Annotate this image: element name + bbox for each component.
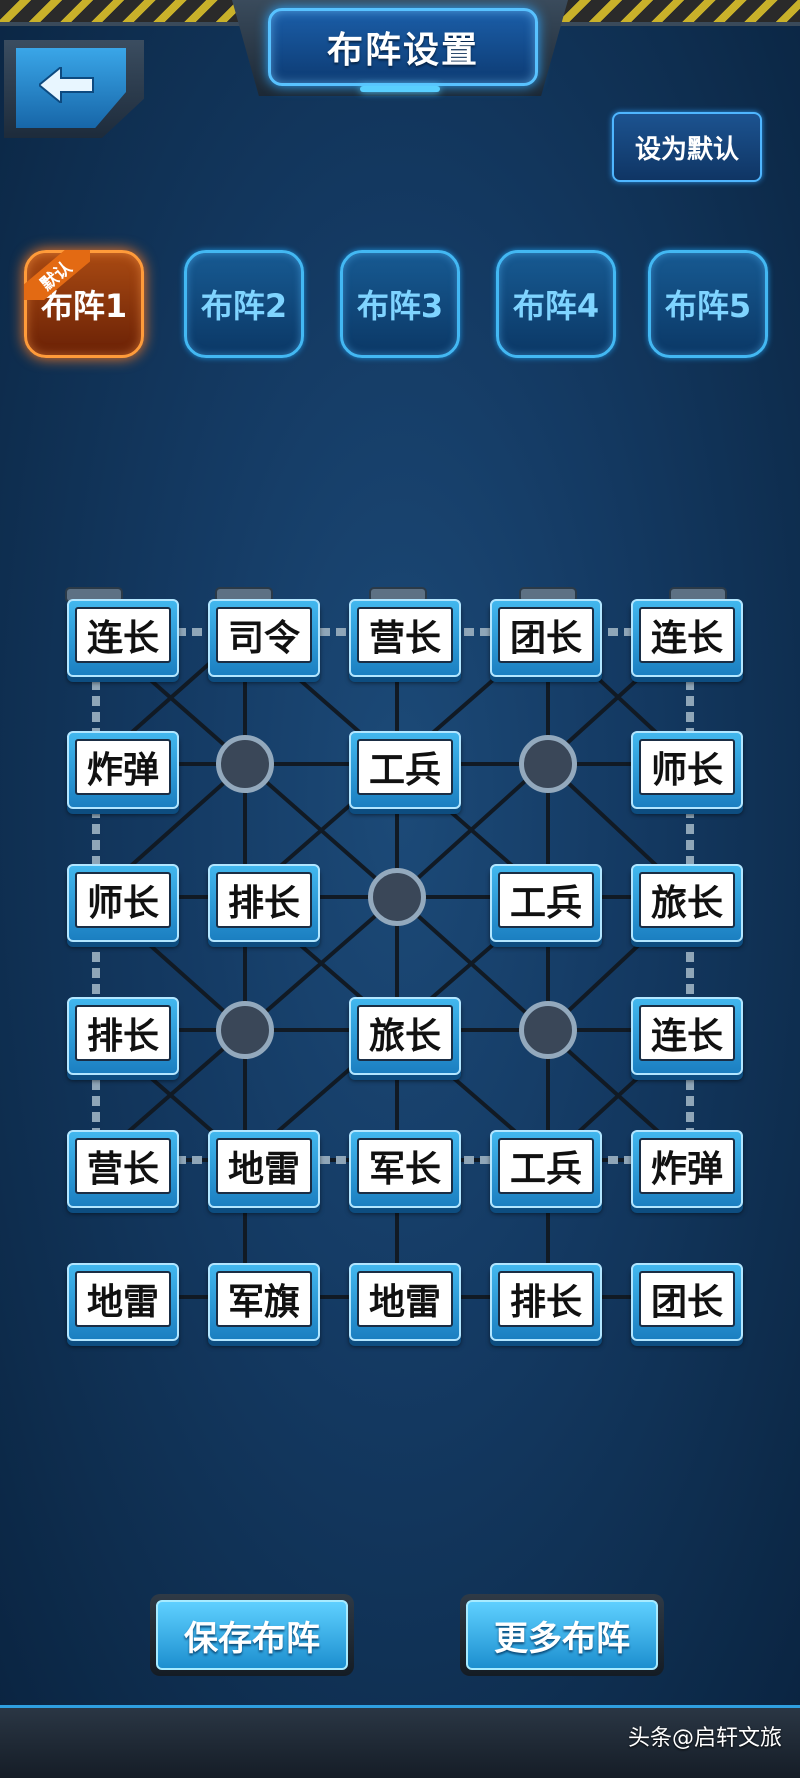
piece[interactable]: 地雷 (208, 1130, 320, 1208)
piece-label: 旅长 (357, 1005, 453, 1061)
piece-label: 连长 (639, 1005, 735, 1061)
piece-label: 团长 (639, 1271, 735, 1327)
piece-label: 军长 (357, 1138, 453, 1194)
piece-label: 炸弹 (639, 1138, 735, 1194)
piece-label: 地雷 (216, 1138, 312, 1194)
piece-label: 地雷 (357, 1271, 453, 1327)
piece[interactable]: 排长 (208, 864, 320, 942)
piece-label: 营长 (75, 1138, 171, 1194)
camp-circle[interactable] (519, 1001, 577, 1059)
piece[interactable]: 排长 (67, 997, 179, 1075)
piece[interactable]: 师长 (631, 731, 743, 809)
piece-label: 师长 (639, 739, 735, 795)
camp-circle[interactable] (368, 868, 426, 926)
piece[interactable]: 工兵 (349, 731, 461, 809)
piece-label: 营长 (357, 607, 453, 663)
camp-circle[interactable] (519, 735, 577, 793)
piece-label: 排长 (498, 1271, 594, 1327)
piece[interactable]: 工兵 (490, 864, 602, 942)
piece-label: 团长 (498, 607, 594, 663)
piece-label: 工兵 (498, 872, 594, 928)
piece[interactable]: 地雷 (349, 1263, 461, 1341)
piece[interactable]: 团长 (490, 599, 602, 677)
piece[interactable]: 营长 (67, 1130, 179, 1208)
piece[interactable]: 炸弹 (67, 731, 179, 809)
piece-label: 司令 (216, 607, 312, 663)
piece-label: 工兵 (498, 1138, 594, 1194)
piece[interactable]: 司令 (208, 599, 320, 677)
piece-label: 连长 (75, 607, 171, 663)
piece[interactable]: 团长 (631, 1263, 743, 1341)
piece[interactable]: 营长 (349, 599, 461, 677)
watermark: 头条@启轩文旅 (627, 1726, 782, 1751)
piece-label: 排长 (75, 1005, 171, 1061)
camp-circle[interactable] (216, 735, 274, 793)
piece[interactable]: 炸弹 (631, 1130, 743, 1208)
piece-label: 炸弹 (75, 739, 171, 795)
camp-circle[interactable] (216, 1001, 274, 1059)
piece[interactable]: 连长 (631, 997, 743, 1075)
more-layouts-label: 更多布阵 (466, 1600, 658, 1670)
piece[interactable]: 师长 (67, 864, 179, 942)
piece[interactable]: 军长 (349, 1130, 461, 1208)
piece-label: 旅长 (639, 872, 735, 928)
piece[interactable]: 工兵 (490, 1130, 602, 1208)
piece[interactable]: 地雷 (67, 1263, 179, 1341)
piece[interactable]: 连长 (631, 599, 743, 677)
piece[interactable]: 军旗 (208, 1263, 320, 1341)
piece-label: 排长 (216, 872, 312, 928)
piece-label: 师长 (75, 872, 171, 928)
piece[interactable]: 排长 (490, 1263, 602, 1341)
more-layouts-button[interactable]: 更多布阵 (460, 1594, 664, 1676)
save-layout-label: 保存布阵 (156, 1600, 348, 1670)
piece[interactable]: 连长 (67, 599, 179, 677)
save-layout-button[interactable]: 保存布阵 (150, 1594, 354, 1676)
piece-label: 军旗 (216, 1271, 312, 1327)
piece[interactable]: 旅长 (349, 997, 461, 1075)
piece[interactable]: 旅长 (631, 864, 743, 942)
piece-label: 地雷 (75, 1271, 171, 1327)
piece-label: 工兵 (357, 739, 453, 795)
piece-label: 连长 (639, 607, 735, 663)
